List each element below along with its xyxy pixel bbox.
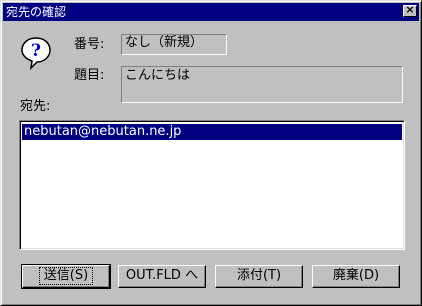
discard-button[interactable]: 廃棄(D) [312, 265, 400, 288]
number-value: なし（新規） [125, 35, 204, 50]
number-field: なし（新規） [121, 34, 227, 55]
recipient-list-item[interactable]: nebutan@nebutan.ne.jp [22, 124, 402, 140]
attach-button[interactable]: 添付(T) [215, 265, 303, 288]
window-title: 宛先の確認 [6, 5, 67, 19]
send-button[interactable]: 送信(S) [21, 264, 111, 289]
attach-button-label: 添付(T) [236, 268, 282, 283]
question-icon: ? [21, 37, 51, 70]
svg-text:?: ? [31, 41, 41, 61]
recipients-listbox[interactable]: nebutan@nebutan.ne.jp [19, 120, 405, 250]
subject-field: こんにちは [121, 66, 403, 103]
outfld-button-label: OUT.FLD へ [125, 268, 199, 283]
confirm-recipients-dialog: 宛先の確認 × ? 番号: なし（新規） 題目: こんにちは 宛先: nebut… [0, 0, 422, 306]
number-label: 番号: [74, 37, 105, 52]
title-bar[interactable]: 宛先の確認 × [3, 3, 419, 21]
recipients-label: 宛先: [20, 99, 51, 114]
close-button[interactable]: × [403, 3, 417, 17]
subject-label: 題目: [74, 68, 105, 83]
discard-button-label: 廃棄(D) [332, 268, 380, 283]
outfld-button[interactable]: OUT.FLD へ [118, 265, 206, 288]
send-button-label: 送信(S) [38, 267, 94, 285]
subject-value: こんにちは [125, 68, 191, 83]
close-icon: × [405, 3, 415, 16]
